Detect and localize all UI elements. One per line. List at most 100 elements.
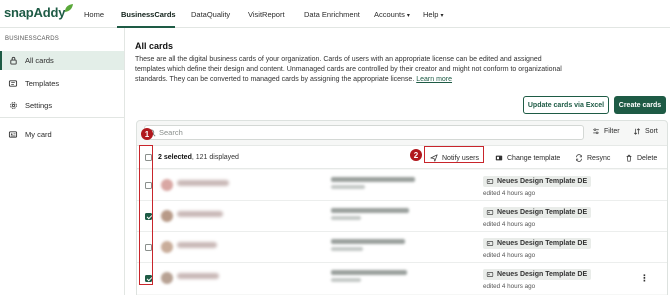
resync-button[interactable]: Resync [575,154,610,162]
delete-button[interactable]: Delete [625,154,657,162]
template-name: Neues Design Template DE [497,178,588,185]
blurred-subtitle [331,278,361,282]
edited-time: edited 4 hours ago [483,283,536,290]
edited-time: edited 4 hours ago [483,221,536,228]
blurred-name [177,242,217,248]
nav-dataquality[interactable]: DataQuality [191,10,230,19]
nav-accounts-label: Accounts [374,10,405,19]
sidebar-item-label: All cards [25,56,54,65]
sort-button[interactable]: Sort [633,128,658,135]
blurred-role [331,270,407,275]
annotation-notify-highlight [424,146,484,163]
blurred-role [331,208,409,213]
create-cards-button[interactable]: Create cards [614,96,666,114]
learn-more-link[interactable]: Learn more [416,76,452,83]
nav-data-enrichment[interactable]: Data Enrichment [304,10,360,19]
template-badge: Neues Design Template DE [483,176,592,187]
template-name: Neues Design Template DE [497,209,588,216]
sidebar-item-label: My card [25,130,52,139]
template-swap-icon [495,155,503,161]
displayed-count: , 121 displayed [191,154,239,161]
sidebar-item-all-cards[interactable]: All cards [0,51,124,70]
avatar [161,210,173,222]
avatar [161,179,173,191]
blurred-role [331,177,415,182]
template-name: Neues Design Template DE [497,271,588,278]
id-card-icon [8,130,18,140]
nav-accounts[interactable]: Accounts ▾ [374,10,410,19]
main-content: All cards These are all the digital busi… [126,28,670,295]
annotation-step-2: 2 [410,149,422,161]
blurred-name [177,273,219,279]
avatar [161,272,173,284]
page-description: These are all the digital business cards… [135,55,565,86]
nav-visitreport[interactable]: VisitReport [248,10,285,19]
sync-icon [576,154,582,162]
description-text: These are all the digital business cards… [135,56,562,84]
sidebar-divider [0,117,124,118]
sidebar-item-templates[interactable]: Templates [0,74,124,93]
delete-label: Delete [637,154,658,162]
avatar [161,241,173,253]
selected-count: 2 selected [158,154,192,161]
lock-icon [8,56,18,66]
sidebar-section-title: BUSINESSCARDS [5,36,59,42]
app-logo[interactable]: snapAddy [4,4,74,20]
page-title: All cards [135,41,174,51]
sidebar-item-my-card[interactable]: My card [0,125,124,144]
search-input[interactable]: Search [144,125,584,140]
filter-button[interactable]: Filter [592,128,620,135]
sidebar: BUSINESSCARDS All cards Templates Settin… [0,28,125,295]
change-template-button[interactable]: Change template [495,154,560,162]
template-badge: Neues Design Template DE [483,269,592,280]
blurred-subtitle [331,247,363,251]
sort-label: Sort [645,128,658,135]
template-icon [486,241,494,246]
nav-home[interactable]: Home [84,10,104,19]
annotation-checkbox-highlight [139,145,153,285]
more-options-icon[interactable]: ⋮ [640,273,649,284]
search-placeholder: Search [159,128,183,137]
sidebar-item-label: Templates [25,79,60,88]
trash-icon [626,154,632,162]
sidebar-item-settings[interactable]: Settings [0,96,124,115]
change-template-label: Change template [507,154,561,162]
cards-panel: Search Filter Sort 2 selected, 121 displ… [136,120,670,295]
template-badge: Neues Design Template DE [483,207,592,218]
annotation-step-1: 1 [141,128,153,140]
update-cards-excel-button[interactable]: Update cards via Excel [523,96,609,114]
table-row[interactable]: Neues Design Template DE edited 4 hours … [137,263,667,294]
logo-text: snapAddy [4,5,66,20]
template-icon [486,210,494,215]
filter-label: Filter [604,128,620,135]
bulk-action-bar: 2 selected, 121 displayed Notify users C… [137,145,667,169]
template-icon [8,79,18,89]
table-row[interactable]: Neues Design Template DE edited 4 hours … [137,170,667,201]
filter-icon [593,128,599,135]
template-badge: Neues Design Template DE [483,238,592,249]
table-row[interactable]: Neues Design Template DE edited 4 hours … [137,232,667,263]
table-row[interactable]: Neues Design Template DE edited 4 hours … [137,201,667,232]
nav-help[interactable]: Help ▾ [423,10,443,19]
nav-businesscards[interactable]: BusinessCards [121,10,176,19]
gear-icon [8,101,18,111]
top-navigation: snapAddy Home BusinessCards DataQuality … [0,0,670,28]
template-icon [486,272,494,277]
blurred-subtitle [331,185,365,189]
selection-summary: 2 selected, 121 displayed [158,154,239,161]
leaf-icon [65,4,74,12]
template-name: Neues Design Template DE [497,240,588,247]
chevron-down-icon: ▾ [406,13,410,19]
blurred-name [177,211,223,217]
nav-help-label: Help [423,10,439,19]
sidebar-item-label: Settings [25,101,53,110]
blurred-role [331,239,405,244]
chevron-down-icon: ▾ [440,13,444,19]
blurred-name [177,180,229,186]
resync-label: Resync [587,154,611,162]
edited-time: edited 4 hours ago [483,190,536,197]
sort-icon [633,128,641,135]
blurred-subtitle [331,216,361,220]
edited-time: edited 4 hours ago [483,252,536,259]
template-icon [486,179,494,184]
